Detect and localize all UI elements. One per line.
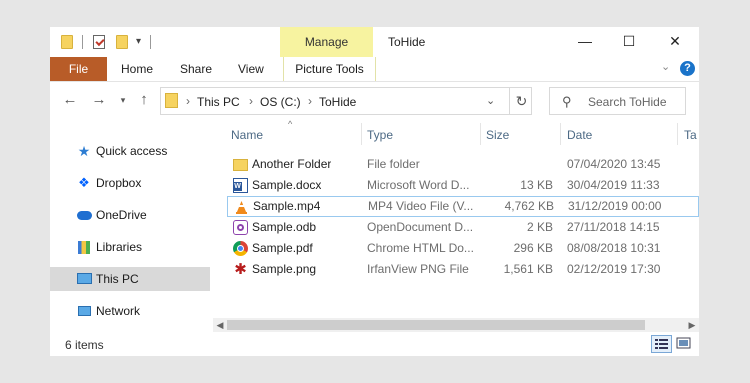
list-item[interactable]: Another Folder File folder 07/04/2020 13… [227,154,699,175]
details-view-icon [655,339,668,349]
file-explorer-window: ▾ Manage ToHide — ☐ ✕ File Home Share Vi… [50,27,699,356]
cloud-icon [76,207,92,223]
sidebar-item-onedrive[interactable]: OneDrive [50,203,210,227]
maximize-button[interactable]: ☐ [618,30,640,52]
column-divider[interactable] [361,123,362,145]
tab-home[interactable]: Home [121,57,153,81]
column-divider[interactable] [677,123,678,145]
tab-picture-tools[interactable]: Picture Tools [283,57,376,81]
search-box[interactable]: ⚲ Search ToHide [549,87,686,115]
computer-icon [76,271,92,287]
sort-ascending-icon: ^ [288,119,293,129]
sidebar-item-this-pc[interactable]: This PC [50,267,210,291]
large-icons-view-button[interactable] [674,335,695,353]
network-icon [76,303,92,319]
details-view-button[interactable] [651,335,672,353]
sidebar-item-dropbox[interactable]: ❖ Dropbox [50,171,210,195]
address-bar[interactable]: › This PC › OS (C:) › ToHide ⌄ [160,87,532,115]
column-divider[interactable] [560,123,561,145]
chrome-icon [233,241,248,256]
toolbar-separator [82,35,83,49]
window-title: ToHide [388,35,426,49]
chevron-down-icon[interactable]: ⌄ [486,94,495,107]
list-item[interactable]: W Sample.docx Microsoft Word D... 13 KB … [227,175,699,196]
irfanview-icon: ✱ [234,261,247,278]
column-header-date[interactable]: Date [567,128,592,142]
library-icon [76,239,92,255]
dropbox-icon: ❖ [78,175,90,190]
search-icon: ⚲ [562,94,572,109]
manage-tab[interactable]: Manage [280,27,373,57]
new-folder-icon[interactable] [116,35,128,49]
chevron-right-icon[interactable]: › [186,94,190,108]
sidebar-item-network[interactable]: Network [50,299,210,323]
star-icon: ★ [77,143,91,159]
list-item[interactable]: Sample.pdf Chrome HTML Do... 296 KB 08/0… [227,238,699,259]
toolbar-separator [150,35,151,49]
scrollbar-thumb[interactable] [227,320,645,330]
column-header-tags[interactable]: Ta [684,128,697,142]
breadcrumb-tohide[interactable]: ToHide [319,95,356,109]
column-header-name[interactable]: Name [231,128,263,142]
ribbon-divider [50,81,699,82]
breadcrumb-this-pc[interactable]: This PC [197,95,240,109]
chevron-right-icon[interactable]: › [249,94,253,108]
search-input[interactable]: Search ToHide [588,95,667,109]
sidebar-item-quick-access[interactable]: ★ Quick access [50,139,210,163]
forward-arrow-icon[interactable]: → [90,91,108,109]
list-item-selected[interactable]: Sample.mp4 MP4 Video File (V... 4,762 KB… [227,196,699,217]
folder-icon [165,93,178,108]
tab-view[interactable]: View [238,57,264,81]
tab-file[interactable]: File [50,57,107,81]
refresh-button[interactable]: ↻ [509,88,533,114]
column-divider[interactable] [480,123,481,145]
up-arrow-icon[interactable]: ↑ [135,91,153,109]
folder-icon[interactable] [61,35,73,49]
sidebar-item-libraries[interactable]: Libraries [50,235,210,259]
help-icon[interactable]: ? [680,61,695,76]
word-document-icon: W [233,178,248,193]
column-header-type[interactable]: Type [367,128,393,142]
scroll-left-icon[interactable]: ◀ [213,318,227,332]
chevron-right-icon[interactable]: › [308,94,312,108]
folder-icon [233,159,248,171]
status-item-count: 6 items [65,338,104,352]
close-button[interactable]: ✕ [664,30,686,52]
list-item[interactable]: Sample.odb OpenDocument D... 2 KB 27/11/… [227,217,699,238]
properties-icon[interactable] [93,35,105,49]
column-header-size[interactable]: Size [486,128,509,142]
scroll-right-icon[interactable]: ▶ [685,318,699,332]
large-icons-view-icon [676,337,691,349]
horizontal-scrollbar[interactable]: ◀ ▶ [213,318,699,332]
breadcrumb-os-c[interactable]: OS (C:) [260,95,301,109]
list-item[interactable]: ✱ Sample.png IrfanView PNG File 1,561 KB… [227,259,699,280]
expand-ribbon-icon[interactable]: ⌄ [661,60,670,73]
tab-share[interactable]: Share [180,57,212,81]
database-icon [233,220,248,235]
back-arrow-icon[interactable]: ← [61,91,79,109]
vlc-cone-icon [234,200,249,215]
recent-locations-icon[interactable]: ▾ [114,91,132,109]
minimize-button[interactable]: — [574,30,596,52]
customize-quick-access-icon[interactable]: ▾ [136,36,141,47]
